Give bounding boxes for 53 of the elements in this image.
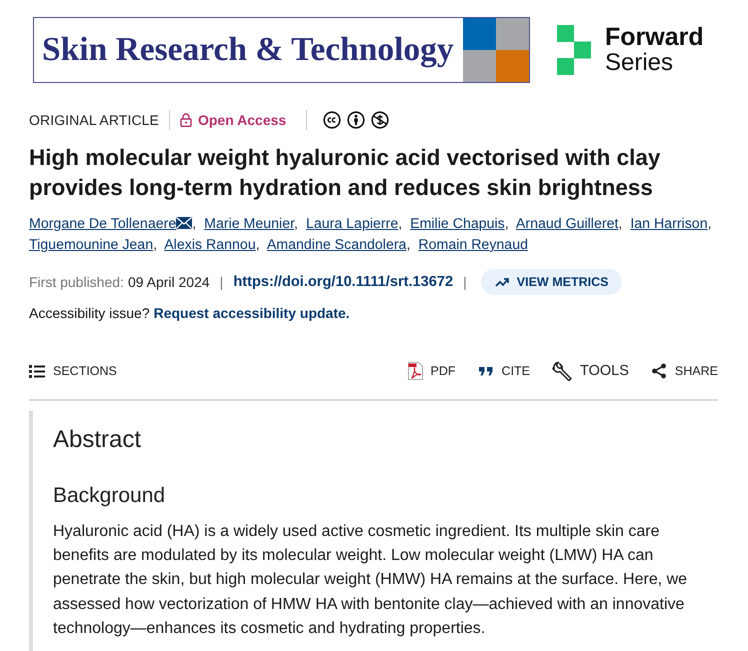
author-link[interactable]: Morgane De Tollenaere <box>29 216 176 232</box>
sections-button[interactable]: SECTIONS <box>29 363 117 379</box>
view-metrics-button[interactable]: VIEW METRICS <box>480 268 622 294</box>
share-button[interactable]: SHARE <box>650 363 718 379</box>
stepped-squares-icon <box>557 25 591 75</box>
author-link[interactable]: Alexis Rannou <box>164 237 256 253</box>
author-link[interactable]: Amandine Scandolera <box>266 237 406 253</box>
pdf-button[interactable]: PDF <box>408 362 456 380</box>
share-icon <box>650 363 667 379</box>
published-date: 09 April 2024 <box>128 274 210 290</box>
author-link[interactable]: Romain Reynaud <box>418 237 528 253</box>
trend-arrow-icon <box>494 276 509 286</box>
abstract-heading: Abstract <box>53 425 142 455</box>
author-separator: , <box>398 216 402 232</box>
author-link[interactable]: Arnaud Guilleret <box>516 216 618 232</box>
article-type: ORIGINAL ARTICLE <box>29 112 159 128</box>
list-icon <box>29 363 45 379</box>
accessibility-link[interactable]: Request accessibility update. <box>154 303 350 323</box>
article-title: High molecular weight hyaluronic acid vectorised with clay provides long-term hydration and reduces skin brightness <box>29 144 662 202</box>
lock-icon <box>180 113 192 127</box>
separator-label: | <box>463 274 467 290</box>
four-squares-icon <box>463 18 529 82</box>
author-separator: , <box>153 237 158 253</box>
creative-commons-icon[interactable] <box>323 111 342 129</box>
author-link[interactable]: Laura Lapierre <box>306 216 398 232</box>
author-separator: , <box>708 216 712 232</box>
abstract-paragraph: Hyaluronic acid (HA) is a widely used active cosmetic ingredient. Its multiple skin care benefits are modulated by its molecular weight. Low molecular weight (LMW) HA can penetrate the skin, but high molecular weight (HMW) HA remains at the surface. Here, we assessed how vectorization of HMW HA with bentonite clay—achieved with an innovative technology—enhances its cosmetic and hydrating properties. <box>53 522 688 639</box>
author-separator: , <box>192 216 196 232</box>
author-link[interactable]: Marie Meunier <box>204 216 294 232</box>
open-access-label: Open Access <box>198 112 286 128</box>
author-link[interactable]: Emilie Chapuis <box>410 216 505 232</box>
attribution-person-icon[interactable] <box>347 111 366 129</box>
published-label: First published: <box>29 274 124 290</box>
author-link[interactable]: Ian Harrison <box>630 216 708 232</box>
series-title: Forward <box>605 24 704 50</box>
section-heading: Background <box>53 483 166 509</box>
pdf-file-icon <box>408 362 423 380</box>
author-separator: , <box>406 237 410 253</box>
author-link[interactable]: Tiguemounine Jean <box>29 237 154 253</box>
accessibility-question: Accessibility issue? <box>29 304 150 323</box>
author-separator: , <box>294 216 298 232</box>
doi-link[interactable]: https://doi.org/10.1111/srt.13672 <box>233 274 454 290</box>
journal-title: Skin Research & Technology <box>41 30 455 70</box>
envelope-icon[interactable] <box>176 217 192 229</box>
separator-label: | <box>220 274 224 290</box>
cite-button[interactable]: CITE <box>478 363 530 379</box>
wrench-icon <box>552 361 572 381</box>
tools-button[interactable]: TOOLS <box>552 361 629 381</box>
series-subtitle: Series <box>605 50 674 76</box>
non-commercial-icon[interactable] <box>371 111 390 129</box>
author-separator: , <box>618 216 622 232</box>
author-separator: , <box>504 216 509 232</box>
author-separator: , <box>256 237 260 253</box>
